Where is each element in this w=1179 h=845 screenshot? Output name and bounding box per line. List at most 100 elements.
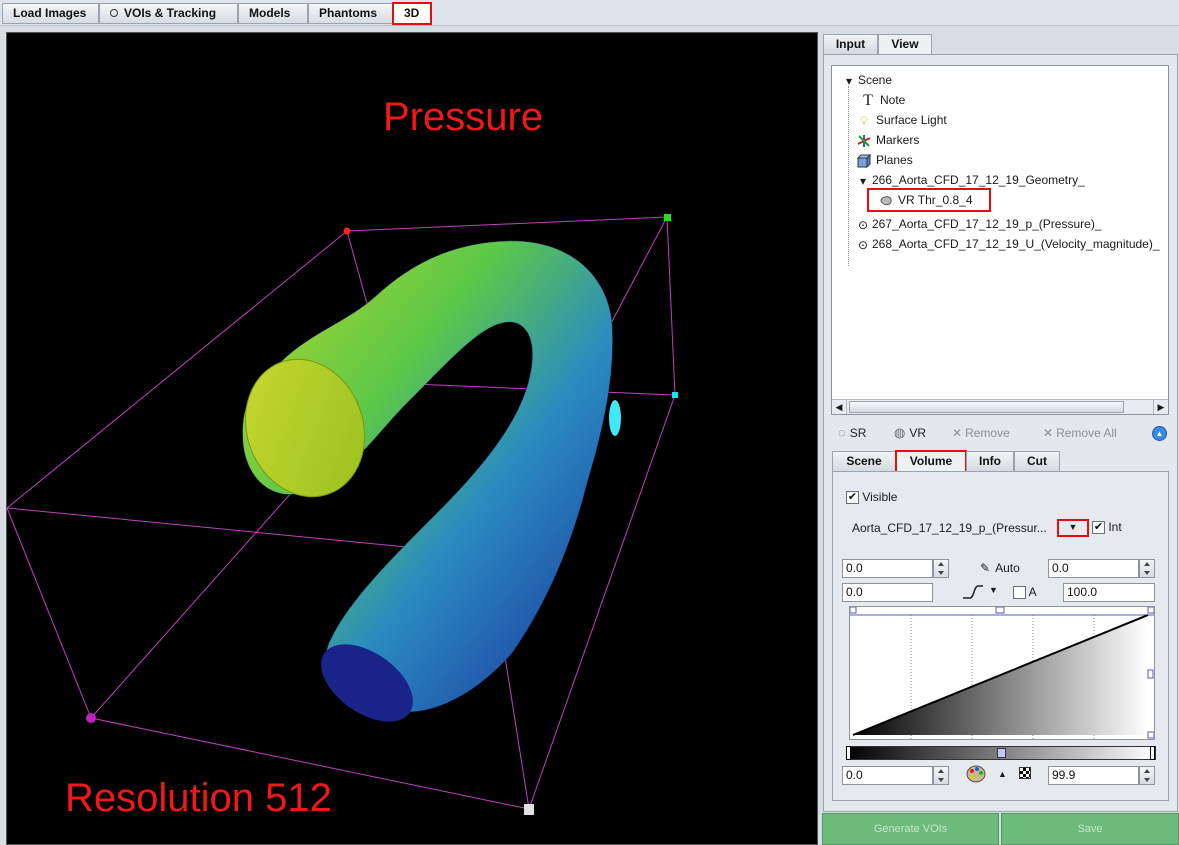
tree-item-note-label: Note xyxy=(880,93,906,107)
tab-models-label: Models xyxy=(249,6,291,20)
radio-dot-icon: ⊙ xyxy=(858,217,869,232)
scene-tree[interactable]: ▾ Scene T Note 💡︎ Surface Light Markers Pla… xyxy=(831,65,1169,415)
lower-field[interactable]: 0.0 xyxy=(842,583,933,602)
visible-checkbox[interactable]: ✔ Visible xyxy=(846,490,898,505)
upper-field[interactable]: 100.0 xyxy=(1063,583,1155,602)
tab-input-label: Input xyxy=(835,37,866,51)
pipette-icon: ✎ xyxy=(980,561,991,575)
tree-item-velocity[interactable]: ⊙ 268_Aorta_CFD_17_12_19_U_(Velocity_magn… xyxy=(858,235,1160,253)
min-spinner[interactable] xyxy=(933,559,949,578)
collapse-up-icon[interactable]: ▲ xyxy=(1152,426,1167,441)
colorbar-handle[interactable] xyxy=(997,748,1006,758)
text-T-icon: T xyxy=(863,91,873,109)
int-checkbox[interactable]: ✔ Int xyxy=(1092,520,1122,535)
marker-magenta[interactable] xyxy=(86,713,96,723)
remove-button-label: Remove xyxy=(965,426,1010,440)
subtab-scene[interactable]: Scene xyxy=(832,451,896,472)
expand-triangle-icon: ▾ xyxy=(859,173,867,188)
marker-green[interactable] xyxy=(664,214,671,221)
scroll-right-icon[interactable]: ▶ xyxy=(1153,400,1168,414)
checkbox-box xyxy=(1013,586,1026,600)
marker-white[interactable] xyxy=(524,804,534,815)
lut-min-field[interactable]: 0.0 xyxy=(842,766,933,785)
remove-all-button[interactable]: ✕ Remove All xyxy=(1043,424,1117,442)
3d-scene-render xyxy=(7,214,678,815)
3d-viewport[interactable]: Pressure Resolution 512 xyxy=(6,32,818,845)
radio-dot-icon: ⊙ xyxy=(858,237,869,252)
subtab-scene-label: Scene xyxy=(846,454,882,468)
sr-button[interactable]: ◌ SR xyxy=(838,424,866,442)
checker-icon[interactable] xyxy=(1019,767,1031,779)
tree-item-planes[interactable]: Planes xyxy=(856,151,913,169)
tab-models[interactable]: Models xyxy=(238,3,308,24)
lut-min-spinner[interactable] xyxy=(933,766,949,785)
visible-label: Visible xyxy=(862,490,898,504)
subtab-cut[interactable]: Cut xyxy=(1014,451,1060,472)
tree-item-markers-label: Markers xyxy=(876,133,920,147)
a-checkbox[interactable]: A xyxy=(1013,585,1037,600)
lut-max-field[interactable]: 99.9 xyxy=(1048,766,1139,785)
int-label: Int xyxy=(1108,520,1122,534)
collapse-triangle-icon: ▾ xyxy=(845,73,853,88)
top-tab-bar: Load Images VOIs & Tracking Models Phant… xyxy=(0,0,1179,26)
scroll-left-icon[interactable]: ◀ xyxy=(832,400,847,414)
lut-max-spinner[interactable] xyxy=(1139,766,1155,785)
tab-load-images-label: Load Images xyxy=(13,6,87,20)
series-label: Aorta_CFD_17_12_19_p_(Pressur... xyxy=(852,521,1047,535)
tab-vois-label: VOIs & Tracking xyxy=(124,6,217,20)
vr-button-label: VR xyxy=(909,426,927,440)
tab-view-label: View xyxy=(891,37,919,51)
tab-vois-tracking[interactable]: VOIs & Tracking xyxy=(99,3,238,24)
max-field[interactable]: 0.0 xyxy=(1048,559,1139,578)
vr-icon: ◍ xyxy=(894,425,906,440)
tree-item-geometry[interactable]: ▾ 266_Aorta_CFD_17_12_19_Geometry_ xyxy=(858,171,1085,189)
radio-dot-icon xyxy=(110,8,118,17)
sr-icon: ◌ xyxy=(838,425,846,440)
tree-root-scene[interactable]: ▾ Scene xyxy=(844,71,892,89)
tree-item-pressure-label: 267_Aorta_CFD_17_12_19_p_(Pressure)_ xyxy=(872,217,1102,231)
remove-button[interactable]: ✕ Remove xyxy=(952,424,1010,442)
tree-item-surface-light[interactable]: 💡︎ Surface Light xyxy=(856,111,947,129)
transfer-function-graph[interactable] xyxy=(849,606,1155,740)
curve-icon[interactable] xyxy=(962,584,984,600)
tab-phantoms[interactable]: Phantoms xyxy=(308,3,393,24)
tab-view[interactable]: View xyxy=(878,34,932,55)
tab-phantoms-label: Phantoms xyxy=(319,6,378,20)
subtab-cut-label: Cut xyxy=(1027,454,1047,468)
marker-red[interactable] xyxy=(343,227,351,235)
triangle-up-icon[interactable]: ▲ xyxy=(998,769,1007,779)
palette-icon[interactable] xyxy=(966,765,986,783)
vr-button[interactable]: ◍ VR xyxy=(894,424,926,442)
generate-vois-button[interactable]: Generate VOIs xyxy=(822,813,999,845)
highlight-box xyxy=(867,188,991,212)
tree-item-note[interactable]: T Note xyxy=(860,91,905,109)
cube-planes-icon xyxy=(856,153,872,169)
lightbulb-icon: 💡︎ xyxy=(859,113,869,128)
tree-root-label: Scene xyxy=(858,73,893,87)
auto-button[interactable]: ✎ Auto xyxy=(980,561,1020,575)
save-button[interactable]: Save xyxy=(1001,813,1179,845)
remove-all-button-label: Remove All xyxy=(1056,426,1117,440)
right-panel: Input View ▾ Scene T Note 💡︎ Surface Light … xyxy=(822,32,1179,845)
tab-input[interactable]: Input xyxy=(823,34,878,55)
overlay-resolution: Resolution 512 xyxy=(65,776,332,820)
tree-item-light-label: Surface Light xyxy=(876,113,947,127)
axes-icon xyxy=(856,134,872,148)
marker-cyan[interactable] xyxy=(672,392,678,398)
tree-guide-line xyxy=(848,86,849,266)
min-field[interactable]: 0.0 xyxy=(842,559,933,578)
close-all-icon: ✕ xyxy=(1043,426,1054,440)
colorbar-right-handle[interactable] xyxy=(1150,746,1155,760)
tab-load-images[interactable]: Load Images xyxy=(2,3,99,24)
tree-horizontal-scrollbar[interactable]: ◀ ▶ xyxy=(832,399,1168,414)
highlight-box xyxy=(392,2,432,25)
colorbar-left-handle[interactable] xyxy=(846,746,851,760)
max-spinner[interactable] xyxy=(1139,559,1155,578)
highlight-box xyxy=(1057,519,1089,537)
subtab-info[interactable]: Info xyxy=(966,451,1014,472)
tree-item-markers[interactable]: Markers xyxy=(856,131,919,149)
scrollbar-thumb[interactable] xyxy=(849,401,1124,413)
tree-item-pressure[interactable]: ⊙ 267_Aorta_CFD_17_12_19_p_(Pressure)_ xyxy=(858,215,1101,233)
curve-dropdown-icon[interactable]: ▼ xyxy=(989,585,998,595)
colorbar[interactable] xyxy=(846,746,1156,760)
